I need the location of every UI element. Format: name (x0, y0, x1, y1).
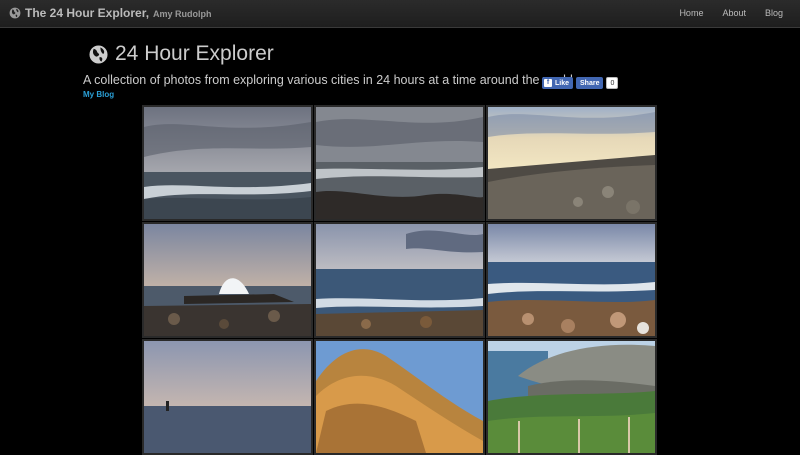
navbar: The 24 Hour Explorer, Amy Rudolph Home A… (0, 0, 800, 28)
brand-title[interactable]: The 24 Hour Explorer, (25, 6, 149, 20)
photo-image (488, 107, 655, 219)
gallery-photo[interactable] (486, 105, 657, 221)
share-label: Share (580, 79, 600, 87)
photo-image (488, 341, 655, 453)
gallery-photo[interactable] (142, 339, 313, 455)
gallery-photo[interactable] (142, 222, 313, 338)
gallery-photo[interactable] (486, 222, 657, 338)
page-title: 24 Hour Explorer (89, 42, 274, 66)
globe-icon (89, 44, 108, 64)
photo-image (144, 107, 311, 219)
facebook-like-button[interactable]: f Like (542, 77, 574, 89)
gallery-photo[interactable] (314, 105, 485, 221)
page-heading: 24 Hour Explorer (115, 42, 274, 65)
photo-image (316, 224, 483, 336)
photo-image (144, 341, 311, 453)
photo-image (144, 224, 311, 336)
share-count: 0 (606, 77, 619, 89)
my-blog-link[interactable]: My Blog (83, 90, 114, 99)
facebook-share-button[interactable]: Share (576, 77, 604, 89)
nav-blog-link[interactable]: Blog (765, 8, 783, 18)
like-label: Like (555, 79, 570, 87)
brand-author: Amy Rudolph (153, 9, 212, 19)
nav-links: Home About Blog (679, 8, 783, 18)
gallery-photo[interactable] (314, 222, 485, 338)
photo-image (488, 224, 655, 336)
photo-image (316, 107, 483, 219)
nav-home-link[interactable]: Home (679, 8, 703, 18)
facebook-icon: f (544, 79, 552, 87)
social-buttons: f Like Share 0 (542, 77, 619, 89)
gallery-photo[interactable] (314, 339, 485, 455)
nav-about-link[interactable]: About (722, 8, 746, 18)
gallery-photo[interactable] (142, 105, 313, 221)
gallery-photo[interactable] (486, 339, 657, 455)
photo-image (316, 341, 483, 453)
globe-icon (9, 7, 21, 19)
brand[interactable]: The 24 Hour Explorer, Amy Rudolph (9, 6, 212, 20)
page-subtitle: A collection of photos from exploring va… (83, 73, 573, 87)
